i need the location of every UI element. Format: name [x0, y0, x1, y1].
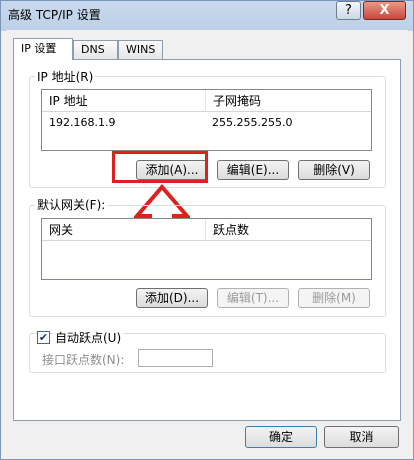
- gateway-list[interactable]: 网关 跃点数: [41, 218, 372, 280]
- ip-address-list[interactable]: IP 地址 子网掩码 192.168.1.9 255.255.255.0: [41, 89, 372, 151]
- ip-cell: 192.168.1.9: [49, 116, 116, 129]
- gateway-list-header: 网关 跃点数: [42, 219, 371, 241]
- tab-dns[interactable]: DNS: [73, 40, 118, 60]
- add-gateway-button[interactable]: 添加(D)...: [136, 288, 208, 308]
- ip-list-header: IP 地址 子网掩码: [42, 90, 371, 112]
- column-header-gateway[interactable]: 网关: [42, 219, 212, 241]
- auto-metric-label[interactable]: 自动跃点(U): [53, 329, 124, 346]
- delete-gateway-button[interactable]: 删除(M): [298, 288, 370, 308]
- gateway-group-title: 默认网关(F):: [35, 196, 108, 213]
- edit-ip-button[interactable]: 编辑(E)...: [217, 160, 289, 180]
- interface-metric-input[interactable]: [138, 349, 213, 367]
- column-header-ip[interactable]: IP 地址: [42, 90, 212, 112]
- tab-wins[interactable]: WINS: [118, 40, 163, 60]
- column-header-metric[interactable]: 跃点数: [205, 219, 379, 241]
- edit-gateway-button[interactable]: 编辑(T)...: [217, 288, 289, 308]
- delete-ip-button[interactable]: 删除(V): [298, 160, 370, 180]
- ip-address-group-title: IP 地址(R): [35, 68, 96, 85]
- table-row[interactable]: 192.168.1.9 255.255.255.0: [42, 114, 371, 132]
- tab-ip-settings[interactable]: IP 设置: [13, 38, 73, 60]
- cancel-button[interactable]: 取消: [324, 426, 399, 448]
- column-header-mask[interactable]: 子网掩码: [205, 90, 379, 112]
- mask-cell: 255.255.255.0: [212, 116, 293, 129]
- highlight-box: [112, 151, 208, 183]
- help-button[interactable]: ?: [336, 1, 361, 20]
- interface-metric-label: 接口跃点数(N):: [42, 353, 125, 367]
- ok-button[interactable]: 确定: [245, 426, 317, 448]
- auto-metric-checkbox[interactable]: ✔: [37, 331, 50, 344]
- window-title: 高级 TCP/IP 设置: [8, 8, 101, 22]
- close-button[interactable]: X: [363, 1, 406, 20]
